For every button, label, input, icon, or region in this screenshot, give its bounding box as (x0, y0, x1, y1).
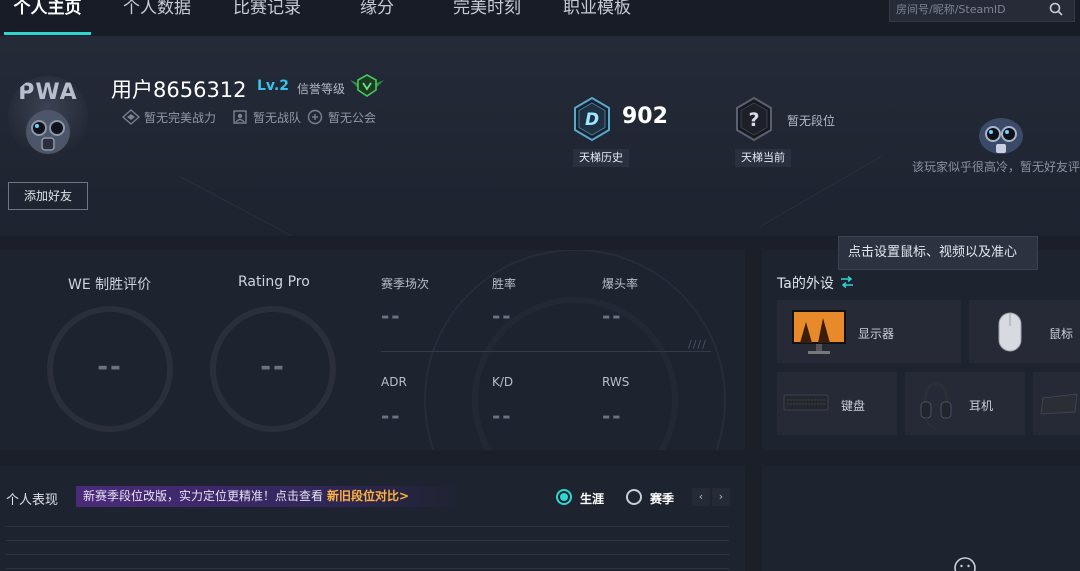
keyboard-icon (783, 394, 829, 411)
metric-rws-value: -- (602, 404, 623, 428)
search-icon[interactable] (1048, 1, 1064, 17)
chart-gridline (6, 568, 729, 569)
ladder-history-letter: D (585, 110, 599, 130)
radio-selected-dot (560, 493, 568, 501)
active-tab-indicator (4, 32, 91, 35)
diamond-icon (122, 109, 140, 125)
metric-season-matches-value: -- (381, 304, 402, 328)
ladder-current-label: 天梯当前 (735, 149, 791, 167)
performance-title: 个人表现 (6, 493, 59, 508)
tab-home[interactable]: 个人主页 (4, 0, 91, 34)
gear-mouse-card[interactable]: 鼠标 (969, 300, 1080, 363)
gear-monitor-label: 显示器 (858, 327, 895, 341)
we-rating-title: WE 制胜评价 (68, 277, 152, 293)
gear-mousepad-card[interactable] (1033, 372, 1080, 435)
ladder-current-rank-icon[interactable]: ? (734, 96, 774, 142)
tab-pro-templates[interactable]: 职业模板 (554, 0, 640, 34)
badge-power: 暂无完美战力 (122, 108, 232, 126)
metric-rws-label: RWS (602, 375, 630, 389)
metric-season-matches-label: 赛季场次 (381, 277, 430, 291)
decorative-line (179, 176, 410, 236)
next-button[interactable]: › (712, 488, 730, 506)
rating-pro-value: -- (260, 352, 286, 382)
metric-headshot-rate-value: -- (602, 304, 623, 328)
decorative-slashes: //// (688, 338, 707, 351)
tab-personal-data[interactable]: 个人数据 (114, 0, 200, 34)
ladder-history-label: 天梯历史 (573, 149, 629, 167)
search-box (889, 0, 1075, 22)
mousepad-icon (1040, 393, 1078, 415)
metric-win-rate-value: -- (492, 304, 513, 328)
gear-title: Ta的外设 (777, 276, 834, 292)
headset-icon (920, 382, 952, 429)
guild-icon (307, 109, 323, 125)
add-friend-button[interactable]: 添加好友 (8, 182, 88, 210)
badge-power-label: 暂无完美战力 (144, 111, 217, 125)
badge-guild-label: 暂无公会 (328, 111, 377, 125)
level-badge: Lv.2 (257, 78, 289, 94)
tab-fate[interactable]: 缘分 (345, 0, 409, 34)
ladder-current-status: 暂无段位 (787, 114, 836, 128)
metric-adr-label: ADR (381, 375, 407, 389)
chart-gridline (6, 540, 729, 541)
friend-review-message: 该玩家似乎很高冷，暂无好友评 (912, 160, 1080, 174)
chart-gridline (6, 554, 729, 555)
metric-win-rate-label: 胜率 (492, 277, 517, 291)
credit-level-label: 信誉等级 (297, 82, 346, 96)
metrics-divider (381, 351, 711, 352)
mode-career-radio[interactable] (556, 489, 572, 505)
gear-mouse-label: 鼠标 (1049, 327, 1074, 341)
switch-icon[interactable] (840, 276, 854, 288)
gear-keyboard-card[interactable]: 键盘 (777, 372, 897, 435)
settings-tooltip: 点击设置鼠标、视频以及准心 (838, 236, 1038, 270)
top-navigation: 个人主页 个人数据 比赛记录 缘分 完美时刻 职业模板 (0, 0, 1080, 36)
mode-season-label[interactable]: 赛季 (650, 490, 674, 507)
gear-panel: Ta的外设 显示器 鼠标 键盘 耳机 (762, 250, 1080, 450)
badge-guild: 暂无公会 (306, 108, 386, 126)
ladder-current-symbol: ? (748, 109, 759, 131)
we-rating-value: -- (97, 352, 123, 382)
tab-perfect-moments[interactable]: 完美时刻 (444, 0, 530, 34)
previous-button[interactable]: ‹ (692, 488, 710, 506)
ladder-history-rank-icon[interactable]: D (572, 96, 612, 142)
performance-panel: 个人表现 新赛季段位改版，实力定位更精准！点击查看 新旧段位对比> 生涯 赛季 ‹… (0, 466, 745, 571)
rating-pro-title: Rating Pro (238, 274, 310, 290)
season-promo-banner[interactable]: 新赛季段位改版，实力定位更精准！点击查看 新旧段位对比> (76, 486, 461, 507)
badge-team: 暂无战队 (231, 108, 311, 126)
profile-header: PWA 用户8656312 Lv.2 信誉等级 暂无完美战力 暂无战队 暂无公会… (0, 36, 1080, 236)
search-input[interactable] (896, 0, 1046, 18)
gear-keyboard-label: 键盘 (841, 399, 866, 413)
gear-monitor-card[interactable]: 显示器 (777, 300, 961, 363)
smile-icon (954, 557, 976, 571)
metric-kd-label: K/D (492, 375, 514, 389)
mode-season-radio[interactable] (626, 489, 642, 505)
gasmask-icon (26, 110, 70, 154)
metric-adr-value: -- (381, 404, 402, 428)
promo-compare-link[interactable]: 新旧段位对比> (327, 489, 409, 503)
team-icon (233, 110, 247, 124)
gear-headset-card[interactable]: 耳机 (905, 372, 1025, 435)
mascot-icon (979, 118, 1023, 154)
metric-headshot-rate-label: 爆头率 (602, 277, 639, 291)
promo-text: 新赛季段位改版，实力定位更精准！点击查看 (83, 489, 324, 503)
badge-team-label: 暂无战队 (253, 111, 302, 125)
chart-gridline (6, 526, 729, 527)
username: 用户8656312 (111, 78, 247, 102)
avatar[interactable]: PWA (8, 76, 88, 156)
right-bottom-panel (762, 466, 1080, 571)
gear-headset-label: 耳机 (969, 399, 994, 413)
stats-panel: WE 制胜评价 -- Rating Pro -- 赛季场次 -- 胜率 -- 爆… (0, 250, 745, 450)
tab-match-history[interactable]: 比赛记录 (224, 0, 310, 34)
monitor-icon (792, 310, 846, 354)
credit-level-icon[interactable] (348, 74, 386, 98)
mode-career-label[interactable]: 生涯 (580, 490, 604, 507)
mouse-icon (998, 312, 1022, 352)
ladder-history-score: 902 (622, 104, 668, 129)
metric-kd-value: -- (492, 404, 513, 428)
